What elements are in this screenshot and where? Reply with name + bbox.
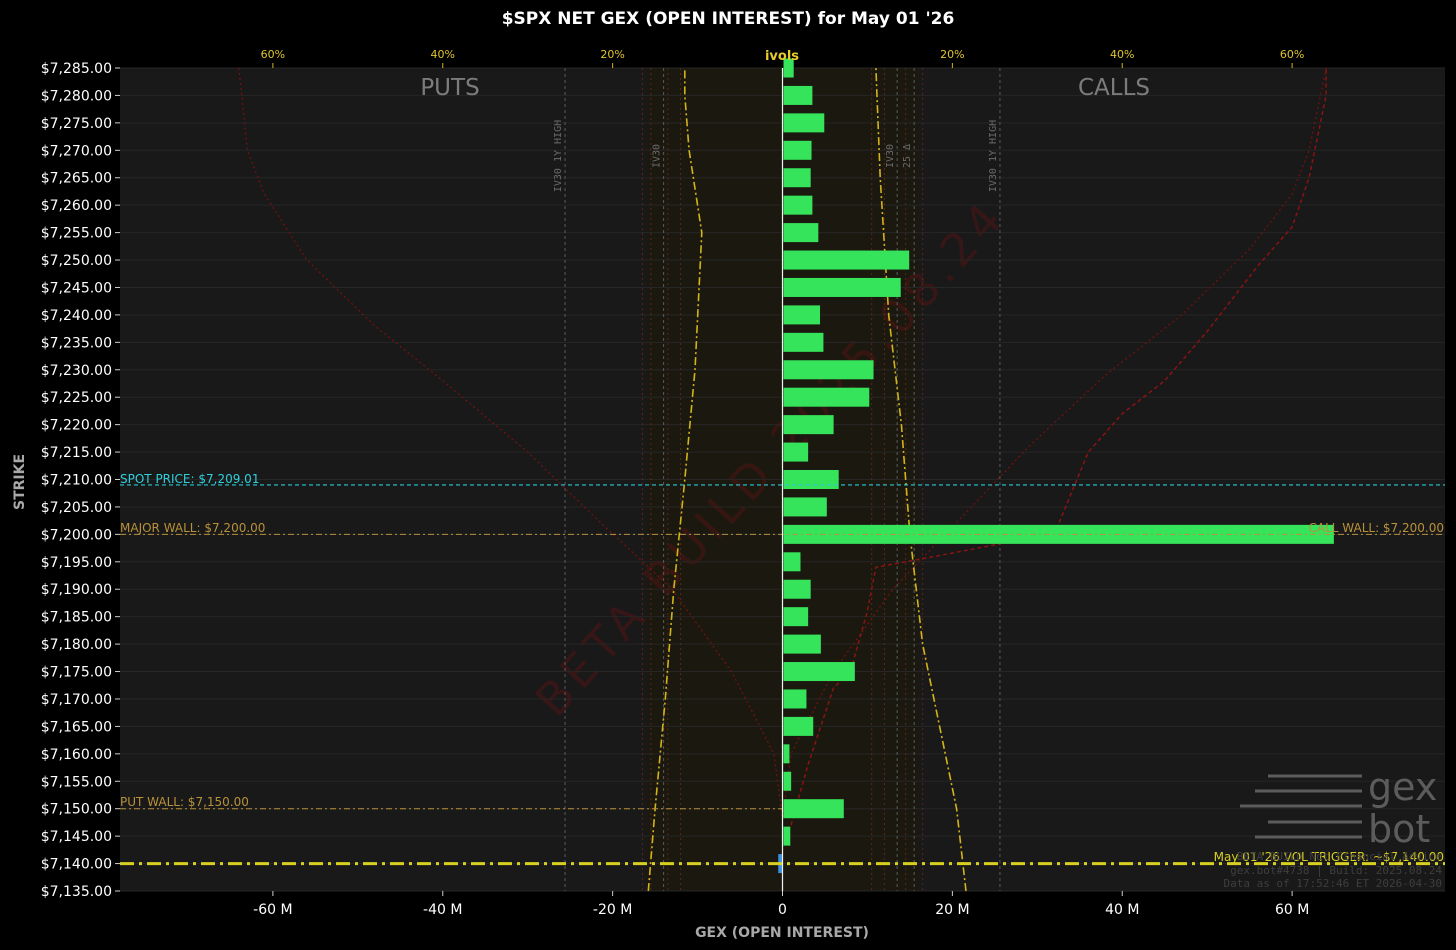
y-tick-label: $7,155.00 bbox=[41, 774, 112, 790]
y-tick-label: $7,275.00 bbox=[41, 116, 112, 132]
puts-label: PUTS bbox=[420, 75, 479, 101]
gex-bar bbox=[783, 826, 791, 846]
gex-bar bbox=[783, 552, 801, 572]
y-tick-label: $7,180.00 bbox=[41, 637, 112, 653]
gex-bar bbox=[783, 662, 855, 682]
footer-line-2: gex.bot#4738 | Build: 2025.08.24 bbox=[1230, 864, 1442, 877]
vertical-mark-label: IV30 bbox=[652, 144, 663, 168]
gex-bar bbox=[783, 305, 821, 325]
gex-bar bbox=[783, 716, 814, 736]
gex-bar bbox=[783, 497, 827, 517]
y-tick-label: $7,175.00 bbox=[41, 665, 112, 681]
top-tick-label: 40% bbox=[431, 48, 455, 61]
top-tick-label: 20% bbox=[600, 48, 624, 61]
y-tick-label: $7,185.00 bbox=[41, 610, 112, 626]
gex-bar bbox=[783, 168, 811, 188]
gex-chart: BETA BUILD 2025.08.24 IV30 1Y HIGH IV30 25… bbox=[0, 0, 1456, 950]
logo-text-bot: bot bbox=[1368, 807, 1430, 851]
gex-chart-svg: BETA BUILD 2025.08.24 IV30 1Y HIGH IV30 25… bbox=[0, 0, 1456, 950]
y-tick-label: $7,200.00 bbox=[41, 527, 112, 543]
y-tick-label: $7,230.00 bbox=[41, 363, 112, 379]
gex-bar bbox=[783, 85, 813, 105]
top-tick-label: 40% bbox=[1110, 48, 1134, 61]
footer-line-3: Data as of 17:52:46 ET 2026-04-30 bbox=[1223, 877, 1442, 890]
y-tick-label: $7,190.00 bbox=[41, 582, 112, 598]
vertical-mark-label: IV30 bbox=[885, 144, 896, 168]
gex-bar bbox=[783, 250, 910, 270]
y-tick-label: $7,260.00 bbox=[41, 198, 112, 214]
gex-bar bbox=[783, 277, 901, 297]
y-tick-label: $7,255.00 bbox=[41, 226, 112, 242]
y-tick-label: $7,150.00 bbox=[41, 802, 112, 818]
gex-bar bbox=[783, 634, 821, 654]
y-tick-label: $7,160.00 bbox=[41, 747, 112, 763]
call-wall-label: CALL WALL: $7,200.00 bbox=[1309, 521, 1445, 535]
y-tick-label: $7,245.00 bbox=[41, 280, 112, 296]
y-tick-label: $7,145.00 bbox=[41, 829, 112, 845]
gex-bar bbox=[783, 744, 790, 764]
put-wall-label: PUT WALL: $7,150.00 bbox=[120, 795, 249, 809]
major-wall-label: MAJOR WALL: $7,200.00 bbox=[120, 521, 265, 535]
y-tick-label: $7,240.00 bbox=[41, 308, 112, 324]
gex-bar bbox=[783, 607, 809, 627]
y-tick-label: $7,205.00 bbox=[41, 500, 112, 516]
gex-bar bbox=[783, 195, 813, 215]
top-axis-label: ivols bbox=[765, 49, 799, 64]
x-tick-label: -20 M bbox=[593, 902, 632, 918]
y-tick-label: $7,265.00 bbox=[41, 171, 112, 187]
x-axis-label: GEX (OPEN INTEREST) bbox=[695, 925, 869, 941]
y-tick-label: $7,170.00 bbox=[41, 692, 112, 708]
x-tick-label: 0 bbox=[778, 902, 787, 918]
spot-price-label: SPOT PRICE: $7,209.01 bbox=[120, 472, 259, 486]
footer-line-1: BETA BUILD Not Financial Advice bbox=[1237, 850, 1442, 863]
y-tick-label: $7,235.00 bbox=[41, 335, 112, 351]
vertical-mark-label: IV30 1Y HIGH bbox=[988, 120, 999, 192]
gex-bar bbox=[783, 579, 811, 599]
y-tick-label: $7,195.00 bbox=[41, 555, 112, 571]
y-tick-label: $7,165.00 bbox=[41, 719, 112, 735]
x-tick-label: 20 M bbox=[935, 902, 969, 918]
y-axis-label: STRIKE bbox=[12, 454, 28, 510]
y-tick-label: $7,280.00 bbox=[41, 88, 112, 104]
chart-title: $SPX NET GEX (OPEN INTEREST) for May 01 … bbox=[502, 9, 955, 29]
gex-bar bbox=[783, 360, 874, 380]
y-tick-label: $7,225.00 bbox=[41, 390, 112, 406]
top-tick-label: 60% bbox=[1280, 48, 1304, 61]
gex-bar bbox=[783, 140, 812, 160]
gex-bar bbox=[783, 113, 825, 133]
x-tick-label: 40 M bbox=[1105, 902, 1139, 918]
gex-bar bbox=[783, 689, 807, 709]
y-tick-label: $7,220.00 bbox=[41, 418, 112, 434]
top-tick-label: 20% bbox=[940, 48, 964, 61]
y-tick-label: $7,250.00 bbox=[41, 253, 112, 269]
vertical-mark-label: IV30 1Y HIGH bbox=[553, 120, 564, 192]
gex-bar bbox=[783, 223, 819, 243]
x-tick-label: -40 M bbox=[423, 902, 462, 918]
gex-bar bbox=[783, 415, 834, 435]
y-tick-label: $7,285.00 bbox=[41, 61, 112, 77]
y-tick-label: $7,215.00 bbox=[41, 445, 112, 461]
x-tick-label: -60 M bbox=[253, 902, 292, 918]
y-tick-label: $7,210.00 bbox=[41, 473, 112, 489]
calls-label: CALLS bbox=[1078, 75, 1150, 101]
gex-bar bbox=[783, 470, 839, 489]
gex-bar bbox=[783, 771, 792, 791]
y-tick-label: $7,270.00 bbox=[41, 143, 112, 159]
vertical-mark-label: 25 Δ bbox=[902, 144, 913, 168]
logo-text-gex: gex bbox=[1368, 765, 1437, 809]
gex-bar bbox=[783, 799, 844, 819]
top-tick-label: 60% bbox=[261, 48, 285, 61]
gex-bar bbox=[783, 332, 824, 352]
x-tick-label: 60 M bbox=[1275, 902, 1309, 918]
gex-bar bbox=[783, 387, 870, 407]
y-tick-label: $7,135.00 bbox=[41, 884, 112, 900]
y-tick-label: $7,140.00 bbox=[41, 857, 112, 873]
gex-bar bbox=[783, 442, 809, 462]
